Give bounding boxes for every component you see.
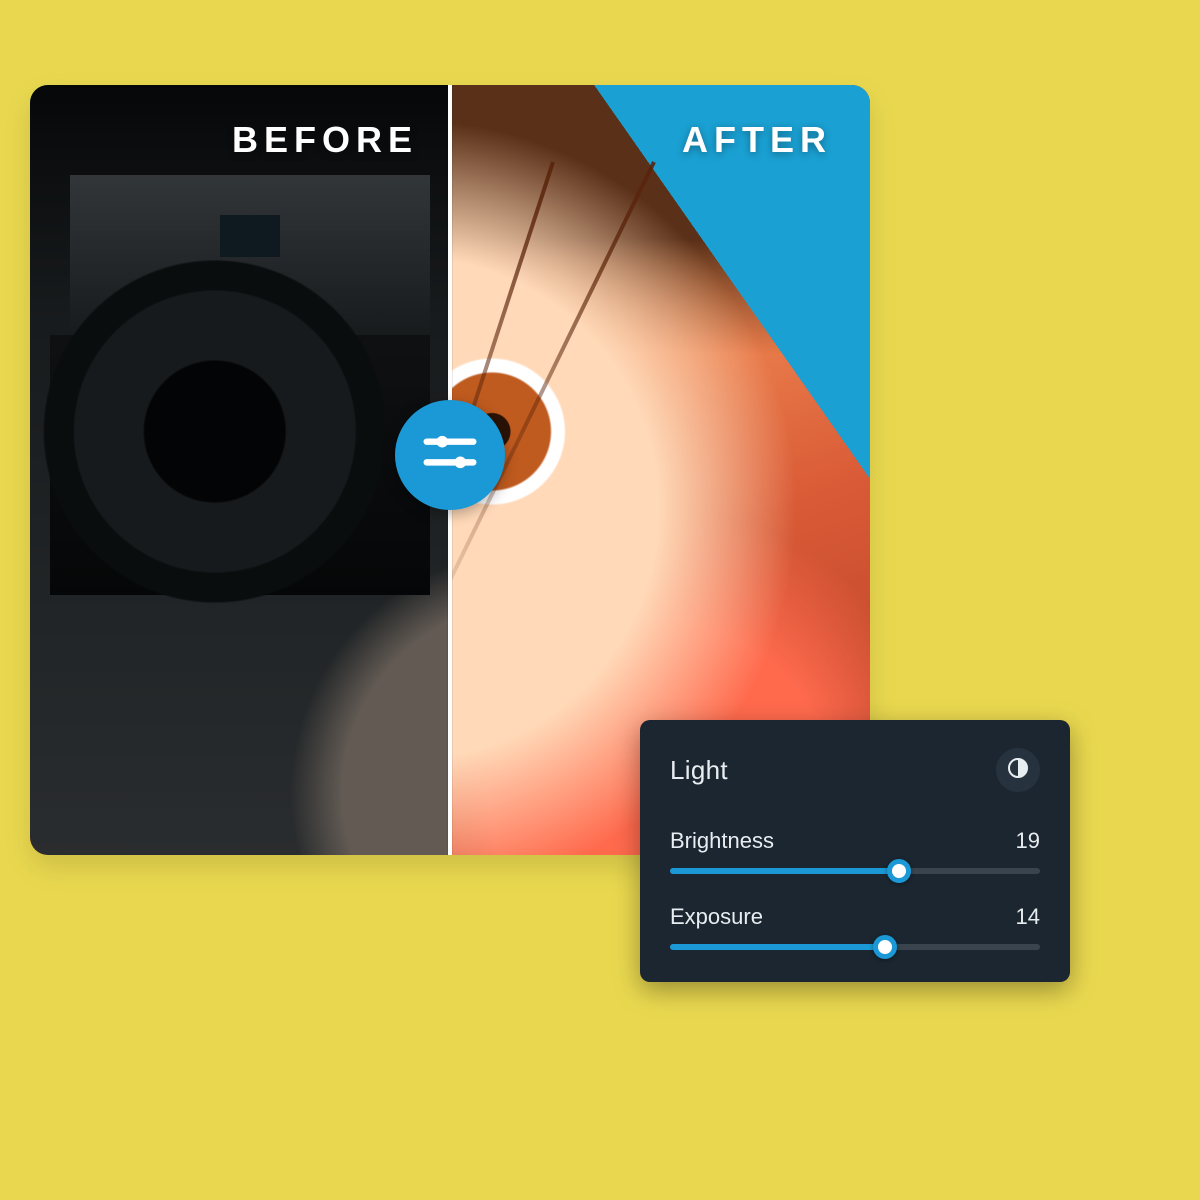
slider-fill	[670, 868, 899, 874]
brightness-control: Brightness 19	[670, 828, 1040, 874]
auto-adjust-button[interactable]	[996, 748, 1040, 792]
before-label: BEFORE	[30, 119, 450, 161]
compare-handle[interactable]	[395, 400, 505, 510]
exposure-control: Exposure 14	[670, 904, 1040, 950]
slider-thumb[interactable]	[887, 859, 911, 883]
exposure-value: 14	[1016, 904, 1040, 930]
slider-fill	[670, 944, 885, 950]
slider-thumb[interactable]	[873, 935, 897, 959]
exposure-label: Exposure	[670, 904, 763, 930]
light-panel: Light Brightness 19 Exposure 14	[640, 720, 1070, 982]
after-label: AFTER	[450, 119, 870, 161]
exposure-slider[interactable]	[670, 944, 1040, 950]
brightness-slider[interactable]	[670, 868, 1040, 874]
brightness-value: 19	[1016, 828, 1040, 854]
sliders-icon	[419, 421, 481, 488]
panel-title: Light	[670, 755, 728, 786]
brightness-label: Brightness	[670, 828, 774, 854]
contrast-icon	[1006, 756, 1030, 785]
